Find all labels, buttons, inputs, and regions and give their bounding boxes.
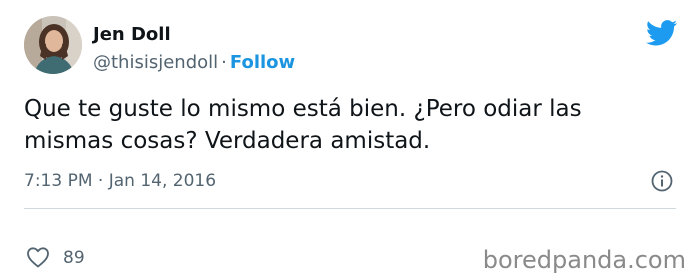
heart-icon[interactable] — [26, 246, 50, 268]
like-count: 89 — [63, 248, 85, 268]
watermark: boredpanda.com — [482, 246, 686, 274]
follow-button[interactable]: Follow — [230, 52, 295, 73]
tweet-text: Que te guste lo mismo está bien. ¿Pero o… — [24, 96, 582, 154]
tweet-timestamp[interactable]: 7:13 PM · Jan 14, 2016 — [24, 170, 216, 192]
info-icon[interactable] — [650, 169, 674, 193]
twitter-bird-icon[interactable] — [646, 20, 678, 46]
avatar-image — [24, 16, 82, 74]
author-name[interactable]: Jen Doll — [93, 24, 171, 46]
author-handle[interactable]: @thisisjendoll — [93, 52, 218, 73]
divider — [24, 208, 676, 209]
author-handle-row: @thisisjendoll · Follow — [93, 52, 295, 74]
handle-separator: · — [221, 52, 227, 73]
avatar[interactable] — [24, 16, 82, 74]
